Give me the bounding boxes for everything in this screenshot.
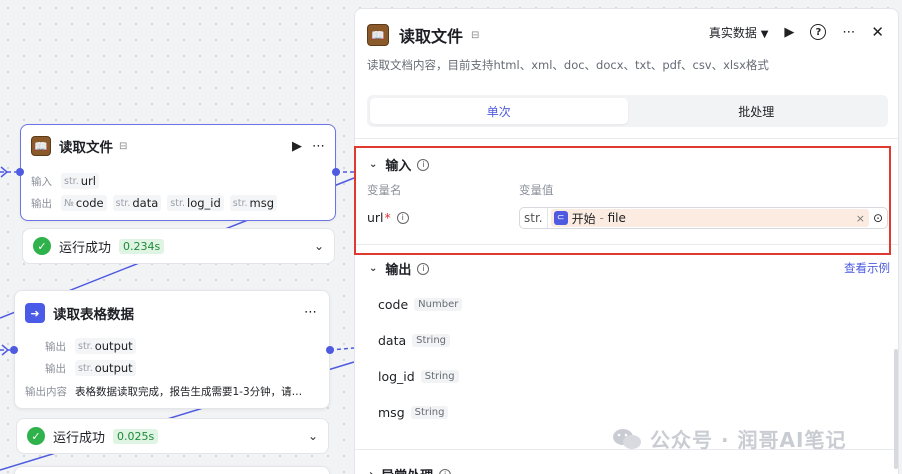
node-read-table[interactable]: ➜ 读取表格数据 ⋯ 输出 str. output 输出 str. output 输…	[14, 290, 330, 409]
variable-picker-icon[interactable]: ⊙	[869, 211, 887, 225]
content-text: 表格数据读取完成，报告生成需要1-3分钟，请…	[75, 386, 303, 398]
chevron-down-icon[interactable]: ⌄	[314, 239, 324, 253]
node-read-file[interactable]: 📖 读取文件 ⊟ ▶ ⋯ 输入 str. url 输出 № code str. dat…	[20, 124, 336, 221]
output-chip: str. log_id	[167, 195, 224, 211]
info-icon: i	[417, 262, 430, 275]
wechat-icon	[613, 428, 641, 449]
caret-down-icon: ▼	[760, 28, 769, 40]
info-icon: i	[396, 211, 409, 224]
output-port[interactable]	[326, 346, 334, 354]
view-example-link[interactable]: 查看示例	[844, 260, 890, 276]
input-section-header[interactable]: ⌄ 输入 i	[369, 155, 430, 174]
status-time: 0.234s	[119, 238, 165, 254]
panel-title: 读取文件	[399, 27, 464, 46]
status-text: 运行成功	[53, 430, 106, 446]
run-icon[interactable]: ▶	[784, 25, 794, 40]
status-time: 0.025s	[113, 428, 159, 444]
watermark: 公众号 · 润哥AI笔记	[612, 424, 846, 453]
output-chip: str. data	[112, 195, 162, 211]
help-icon[interactable]: ?	[810, 24, 827, 40]
input-chip: str. url	[61, 173, 99, 189]
output-label: 输出	[31, 197, 52, 210]
node-title: 读取表格数据	[53, 307, 134, 323]
chevron-down-icon: ⌄	[369, 263, 378, 274]
more-icon[interactable]: ⋯	[304, 305, 317, 320]
more-icon[interactable]: ⋯	[842, 25, 855, 40]
output-chip: str. msg	[229, 195, 278, 211]
col-var-value: 变量值	[519, 183, 554, 197]
error-section-header[interactable]: › 异常处理 i	[369, 465, 452, 474]
tab-batch[interactable]: 批处理	[628, 98, 886, 124]
run-status[interactable]: ✓ 运行成功 0.025s ⌄	[16, 418, 329, 454]
output-chip: № code	[61, 195, 107, 211]
input-label: 输入	[31, 175, 52, 188]
output-label: 输出	[45, 362, 66, 375]
book-icon: 📖	[31, 136, 51, 156]
output-item: code Number	[378, 297, 463, 312]
close-icon[interactable]: ✕	[871, 23, 884, 41]
tag-icon: ⊟	[119, 140, 128, 152]
output-chip: str. output	[75, 360, 136, 376]
panel-description: 读取文档内容，目前支持html、xml、doc、docx、txt、pdf、csv…	[367, 58, 769, 72]
run-status[interactable]: ✓ 运行成功 0.234s ⌄	[22, 228, 335, 264]
scrollbar[interactable]	[894, 349, 898, 469]
start-node-icon: ⊂	[553, 211, 568, 225]
check-icon: ✓	[27, 427, 45, 445]
info-icon: i	[417, 158, 430, 171]
output-item: data String	[378, 333, 450, 348]
col-var-name: 变量名	[367, 183, 402, 197]
divider	[355, 244, 898, 245]
type-label: str.	[520, 208, 548, 228]
node-config-panel: 📖 读取文件 ⊟ 真实数据 ▼ ▶ ? ⋯ ✕ 读取文档内容，目前支持html、…	[354, 8, 899, 474]
output-chip: str. output	[75, 338, 136, 354]
more-icon[interactable]: ⋯	[312, 139, 325, 154]
chevron-down-icon: ⌄	[369, 159, 378, 170]
status-text: 运行成功	[59, 240, 112, 256]
run-icon[interactable]: ▶	[292, 139, 302, 154]
data-mode-dropdown[interactable]: 真实数据 ▼	[709, 24, 769, 41]
node-title: 读取文件	[59, 140, 113, 156]
chevron-right-icon: ›	[369, 469, 373, 474]
plugin-icon: ➜	[25, 303, 45, 323]
input-port[interactable]	[10, 346, 18, 354]
output-port[interactable]	[332, 168, 340, 176]
tag-icon: ⊟	[471, 29, 480, 41]
output-item: log_id String	[378, 369, 459, 384]
info-icon: i	[439, 468, 452, 474]
output-label: 输出	[45, 340, 66, 353]
check-icon: ✓	[33, 237, 51, 255]
book-icon: 📖	[367, 24, 389, 46]
variable-reference[interactable]: ⊂ 开始 - file ×	[550, 209, 869, 227]
input-port[interactable]	[16, 168, 24, 176]
divider	[355, 138, 898, 139]
url-value-input[interactable]: str. ⊂ 开始 - file × ⊙	[519, 207, 888, 229]
tab-single[interactable]: 单次	[370, 98, 628, 124]
next-node-partial[interactable]	[14, 466, 330, 474]
clear-icon[interactable]: ×	[856, 212, 865, 225]
mode-tabs: 单次 批处理	[367, 95, 888, 127]
output-section-header[interactable]: ⌄ 输出 i	[369, 259, 430, 278]
field-url-label: url * i	[367, 210, 409, 225]
output-item: msg String	[378, 405, 449, 420]
chevron-down-icon[interactable]: ⌄	[308, 429, 318, 443]
content-label: 输出内容	[25, 386, 67, 398]
